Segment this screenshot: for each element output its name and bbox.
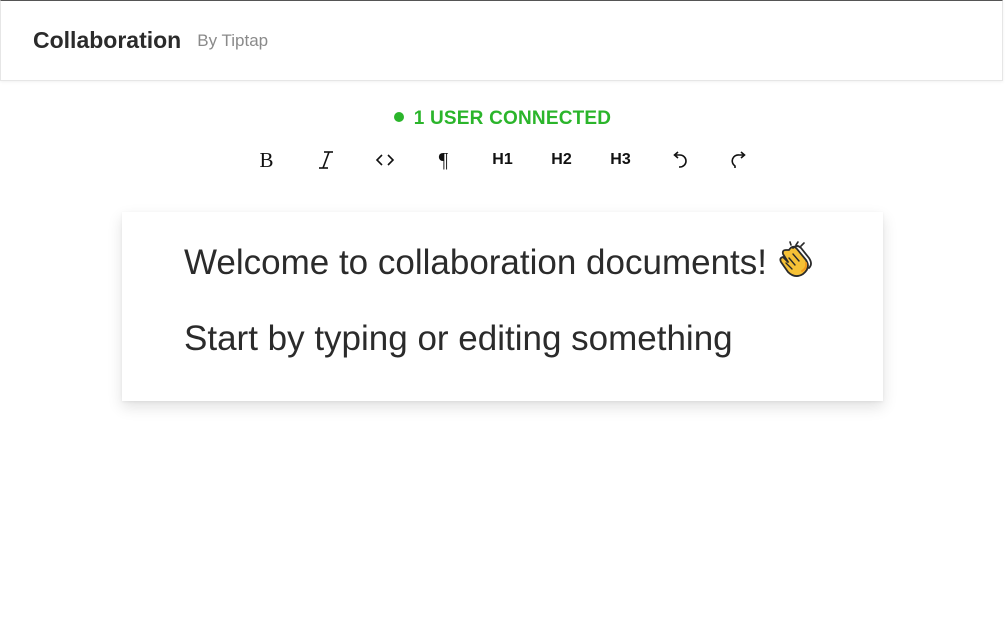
editor-paragraph[interactable]: Welcome to collaboration documents! <box>184 240 821 290</box>
app-title: Collaboration <box>33 27 182 53</box>
editor-paragraph[interactable]: Start by typing or editing something <box>184 318 821 360</box>
editor-toolbar: B ¶ H1 H2 H3 <box>0 143 1005 177</box>
undo-icon <box>672 151 687 168</box>
italic-icon <box>318 151 333 169</box>
heading-3-label: H3 <box>610 151 631 168</box>
heading-1-label: H1 <box>492 151 513 168</box>
heading-2-label: H2 <box>551 151 572 168</box>
bold-icon: B <box>259 147 274 172</box>
heading-2-button[interactable]: H2 <box>532 143 591 177</box>
editor-line-2: Start by typing or editing something <box>184 319 733 358</box>
code-icon <box>375 154 394 166</box>
redo-icon <box>730 151 746 168</box>
connection-status-text: 1 USER CONNECTED <box>413 108 612 129</box>
app-subtitle: By Tiptap <box>197 30 269 50</box>
italic-button[interactable] <box>296 143 355 177</box>
bold-button[interactable]: B <box>237 143 296 177</box>
code-button[interactable] <box>355 143 414 177</box>
paragraph-button[interactable]: ¶ <box>414 143 473 177</box>
editor-line-1: Welcome to collaboration documents! <box>184 243 767 282</box>
paragraph-icon: ¶ <box>438 147 449 172</box>
heading-1-button[interactable]: H1 <box>473 143 532 177</box>
document-editor[interactable]: Welcome to collaboration documents! Star… <box>122 212 883 401</box>
status-dot-icon <box>393 112 404 122</box>
heading-3-button[interactable]: H3 <box>591 143 650 177</box>
connection-status: 1 USER CONNECTED <box>0 108 1005 130</box>
app-header: Collaboration By Tiptap <box>0 0 1003 81</box>
undo-button[interactable] <box>650 143 709 177</box>
redo-button[interactable] <box>709 143 768 177</box>
clapping-hands-icon <box>775 240 815 290</box>
